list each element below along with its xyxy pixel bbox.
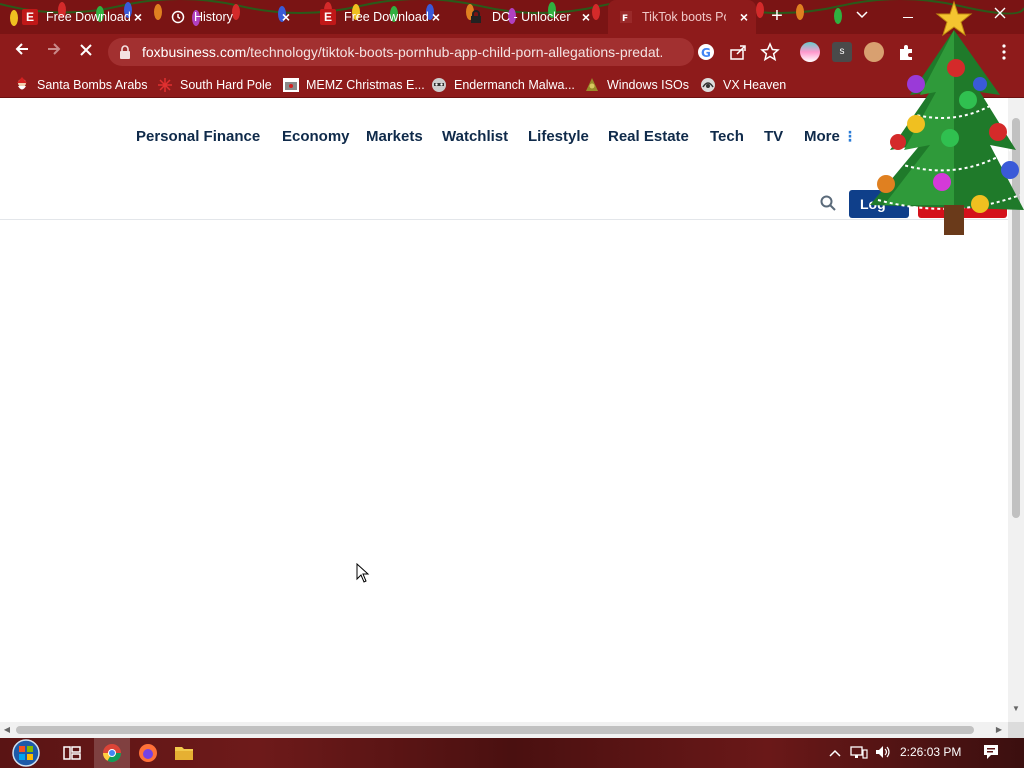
- bookmark-label: Endermanch Malwa...: [454, 77, 575, 92]
- tab-title: History: [194, 10, 233, 24]
- show-hidden-icons-chevron-icon[interactable]: [826, 744, 844, 762]
- nav-economy[interactable]: Economy: [282, 128, 350, 145]
- tab-close-icon[interactable]: ×: [578, 9, 594, 25]
- tab-title: TikTok boots Po: [642, 10, 726, 24]
- tab-free-download-2[interactable]: E Free Download ×: [320, 0, 448, 34]
- taskbar-file-explorer[interactable]: [166, 738, 202, 768]
- nav-tv[interactable]: TV: [764, 128, 783, 145]
- share-icon[interactable]: [728, 42, 748, 62]
- volume-icon[interactable]: [874, 744, 892, 762]
- svg-text:G: G: [701, 46, 711, 60]
- bookmark-label: VX Heaven: [723, 77, 787, 92]
- snowflake-icon: [157, 77, 173, 93]
- bookmark-memz-christmas[interactable]: MEMZ Christmas E...: [283, 76, 425, 93]
- bookmark-label: Windows ISOs: [607, 77, 689, 92]
- stop-loading-button[interactable]: [75, 41, 97, 63]
- taskbar-firefox[interactable]: [130, 738, 166, 768]
- nav-lifestyle[interactable]: Lifestyle: [528, 128, 589, 145]
- tab-free-download-1[interactable]: E Free Download ×: [22, 0, 150, 34]
- google-lens-icon[interactable]: G: [696, 42, 716, 62]
- chrome-icon: [103, 744, 121, 763]
- more-dots-icon: ⋮: [842, 128, 857, 144]
- tab-history[interactable]: History ×: [170, 0, 298, 34]
- bookmark-vx-heaven[interactable]: VX Heaven: [700, 76, 786, 93]
- e-letter-icon: E: [22, 9, 38, 25]
- horizontal-scrollbar[interactable]: ◀ ▶: [0, 722, 1008, 738]
- action-center-icon[interactable]: [982, 744, 1000, 762]
- tab-close-icon[interactable]: ×: [428, 9, 444, 25]
- nav-more[interactable]: More ⋮: [804, 128, 857, 145]
- windows-taskbar: 2:26:03 PM: [0, 738, 1024, 768]
- bookmark-endermanch-malware[interactable]: Endermanch Malwa...: [431, 76, 575, 93]
- scroll-right-arrow-icon[interactable]: ▶: [994, 724, 1004, 736]
- web-page-content: Personal Finance Economy Markets Watchli…: [0, 98, 1008, 722]
- site-navigation: Personal Finance Economy Markets Watchli…: [0, 98, 1008, 220]
- address-bar[interactable]: foxbusiness.com/technology/tiktok-boots-…: [108, 38, 780, 66]
- new-tab-button[interactable]: +: [767, 6, 787, 27]
- bookmark-windows-isos[interactable]: Windows ISOs: [584, 76, 689, 93]
- tab-title: Free Download: [46, 10, 131, 24]
- nav-tech[interactable]: Tech: [710, 128, 744, 145]
- search-icon[interactable]: [820, 195, 836, 211]
- history-icon: [170, 9, 186, 25]
- fox-business-icon: F: [618, 9, 634, 25]
- nav-more-label: More: [804, 128, 840, 145]
- tab-close-icon[interactable]: ×: [736, 9, 752, 25]
- tab-tiktok-boots[interactable]: F TikTok boots Po ×: [608, 0, 756, 34]
- scroll-left-arrow-icon[interactable]: ◀: [2, 724, 12, 736]
- vx-heaven-icon: [700, 77, 716, 93]
- bookmark-santa-bombs-arabs[interactable]: Santa Bombs Arabs: [14, 76, 147, 93]
- network-icon[interactable]: [850, 744, 868, 762]
- bookmark-star-icon[interactable]: [760, 42, 780, 62]
- tab-close-icon[interactable]: ×: [278, 9, 294, 25]
- tab-title: Free Download: [344, 10, 429, 24]
- bookmark-label: Santa Bombs Arabs: [37, 77, 148, 92]
- windows-iso-icon: [584, 77, 600, 93]
- nav-real-estate[interactable]: Real Estate: [608, 128, 689, 145]
- taskbar-clock[interactable]: 2:26:03 PM: [900, 745, 961, 759]
- mouse-cursor-icon: [356, 563, 370, 583]
- horizontal-scrollbar-thumb[interactable]: [16, 726, 974, 734]
- tab-title: DC - Unlocker: [492, 10, 571, 24]
- back-button[interactable]: [11, 41, 33, 63]
- forward-button[interactable]: [43, 41, 65, 63]
- tab-close-icon[interactable]: ×: [130, 9, 146, 25]
- scroll-down-arrow-icon[interactable]: ▼: [1012, 704, 1020, 714]
- tab-dc-unlocker[interactable]: DC - Unlocker ×: [468, 0, 598, 34]
- nav-watchlist[interactable]: Watchlist: [442, 128, 508, 145]
- taskbar-chrome[interactable]: [94, 738, 130, 768]
- folder-icon: [175, 747, 193, 760]
- santa-icon: [14, 76, 30, 93]
- firefox-icon: [139, 744, 157, 762]
- url-text[interactable]: foxbusiness.com/technology/tiktok-boots-…: [142, 44, 662, 60]
- scrollbar-corner: [1008, 722, 1024, 738]
- svg-text:F: F: [622, 14, 628, 24]
- e-letter-icon: E: [320, 9, 336, 25]
- start-button[interactable]: [9, 738, 43, 768]
- bookmark-label: MEMZ Christmas E...: [306, 77, 425, 92]
- extension-flag-icon[interactable]: [800, 42, 820, 62]
- extension-s-icon[interactable]: s: [832, 42, 852, 62]
- task-view-button[interactable]: [54, 738, 90, 768]
- nav-markets[interactable]: Markets: [366, 128, 423, 145]
- christmas-tree-decoration: [870, 0, 1024, 235]
- url-path: /technology/tiktok-boots-pornhub-app-chi…: [246, 44, 662, 60]
- dc-unlocker-icon: [468, 9, 484, 25]
- memz-icon: [283, 77, 299, 93]
- bookmark-label: South Hard Pole: [180, 77, 272, 92]
- url-host: foxbusiness.com: [142, 44, 247, 60]
- raccoon-icon: [431, 77, 447, 93]
- lock-icon[interactable]: [120, 45, 130, 59]
- bookmark-south-hard-pole[interactable]: South Hard Pole: [157, 76, 272, 93]
- nav-personal-finance[interactable]: Personal Finance: [136, 128, 260, 145]
